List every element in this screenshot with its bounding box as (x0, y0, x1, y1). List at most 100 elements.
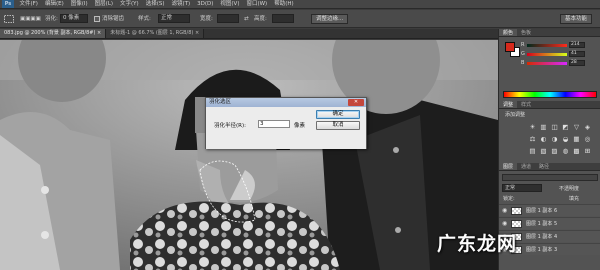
feather-input[interactable]: 0 像素 (60, 14, 88, 23)
document-tab-bar: 083.jpg @ 200% (背景 副本, RGB/8#) × 未标题-1 @… (0, 29, 498, 39)
menu-type[interactable]: 文字(Y) (117, 0, 143, 9)
levels-icon[interactable]: ▥ (538, 123, 549, 132)
tab-swatches[interactable]: 色板 (517, 29, 535, 36)
layer-name: 图层 1 副本 4 (526, 234, 558, 240)
adjustment-icon-grid: ☀ ▥ ◫ ◩ ▽ ◈ ⚖ ◐ ◑ ◒ ▦ ◎ ▤ ▧ ▨ ◍ ▩ ⊞ (527, 123, 593, 156)
fill-label: 填充 (569, 196, 580, 202)
layer-row[interactable]: ◉ 图层 1 副本 5 (499, 217, 600, 229)
curves-icon[interactable]: ◫ (549, 123, 560, 132)
menu-filter[interactable]: 滤镜(T) (168, 0, 194, 9)
hue-saturation-icon[interactable]: ◈ (582, 123, 593, 132)
tab-layers[interactable]: 图层 (499, 163, 518, 170)
checkbox-icon (94, 15, 100, 22)
feather-label: 羽化: (45, 16, 58, 22)
refine-edge-button[interactable]: 调整边缘... (311, 14, 349, 24)
red-value[interactable]: 214 (569, 42, 585, 48)
style-select[interactable]: 正常 (158, 14, 190, 23)
dialog-title: 羽化选区 (206, 98, 366, 107)
document-canvas[interactable] (0, 40, 498, 270)
width-input[interactable] (217, 14, 239, 23)
close-icon[interactable]: ✕ (348, 99, 364, 106)
tab-adjustments[interactable]: 调整 (499, 101, 518, 108)
watermark-text: 广东龙网 (437, 233, 518, 255)
gradient-map-icon[interactable]: ▨ (549, 147, 560, 156)
brightness-icon[interactable]: ☀ (527, 123, 538, 132)
exposure-icon[interactable]: ◩ (560, 123, 571, 132)
antialias-checkbox[interactable]: 消除锯齿 (94, 14, 124, 24)
adjust-panel-tabs: 调整 样式 (499, 101, 600, 109)
photo-filter-icon[interactable]: ◑ (549, 135, 560, 144)
black-white-icon[interactable]: ◐ (538, 135, 549, 144)
menu-help[interactable]: 帮助(H) (271, 0, 297, 9)
tab-color[interactable]: 颜色 (499, 29, 518, 36)
eye-icon[interactable]: ◉ (502, 207, 507, 214)
photoshop-logo: Ps (2, 0, 14, 8)
green-slider[interactable]: G 41 (521, 51, 595, 58)
height-input[interactable] (272, 14, 294, 23)
tab-document-083[interactable]: 083.jpg @ 200% (背景 副本, RGB/8#) × (0, 29, 107, 38)
blue-slider[interactable]: B 28 (521, 60, 595, 67)
blue-track (527, 62, 567, 65)
layer-thumbnail (511, 207, 522, 215)
workspace-button[interactable]: 基本功能 (560, 14, 593, 24)
menu-file[interactable]: 文件(F) (16, 0, 41, 9)
tab-document-untitled[interactable]: 未标题-1 @ 66.7% (图层 1, RGB/8) × (106, 29, 205, 38)
lock-label: 锁定: (503, 196, 515, 202)
red-slider[interactable]: R 214 (521, 42, 595, 49)
red-track (527, 44, 567, 47)
threshold-icon[interactable]: ▧ (538, 147, 549, 156)
layer-name: 图层 1 副本 3 (526, 247, 558, 253)
blue-value[interactable]: 28 (569, 60, 585, 66)
color-balance-icon[interactable]: ⚖ (527, 135, 538, 144)
selection-mode-icons[interactable]: ▣▣▣▣ (20, 14, 41, 24)
blend-mode-select[interactable]: 正常 (502, 184, 542, 192)
invert-icon[interactable]: ◎ (582, 135, 593, 144)
height-label: 高度: (254, 16, 267, 22)
menu-image[interactable]: 图像(I) (67, 0, 91, 9)
style-label: 样式: (138, 16, 151, 22)
antialias-label: 消除锯齿 (102, 16, 125, 22)
layer-filter-bar[interactable] (502, 174, 598, 181)
tab-styles[interactable]: 样式 (517, 101, 535, 108)
marquee-tool-icon[interactable] (3, 14, 15, 24)
tab-channels[interactable]: 通道 (517, 163, 535, 170)
feather-selection-dialog: 羽化选区 ✕ 羽化半径(R): 3 像素 确定 取消 (205, 97, 367, 149)
menu-view[interactable]: 视图(V) (217, 0, 243, 9)
vibrance-icon[interactable]: ▽ (571, 123, 582, 132)
grid-icon[interactable]: ⊞ (582, 147, 593, 156)
menu-edit[interactable]: 编辑(E) (41, 0, 67, 9)
selective-color-icon[interactable]: ◍ (560, 147, 571, 156)
layer-thumbnail (511, 220, 522, 228)
tab-paths[interactable]: 路径 (535, 163, 553, 170)
pixel-unit-label: 像素 (294, 123, 306, 129)
menu-window[interactable]: 窗口(W) (243, 0, 271, 9)
ok-button[interactable]: 确定 (316, 110, 360, 119)
layers-panel-tabs: 图层 通道 路径 (499, 163, 600, 171)
width-label: 宽度: (200, 16, 213, 22)
posterize-icon[interactable]: ▤ (527, 147, 538, 156)
eye-icon[interactable]: ◉ (502, 220, 507, 227)
color-panel-tabs: 颜色 色板 (499, 29, 600, 37)
foreground-color-swatch-front (505, 42, 515, 52)
feather-radius-input[interactable]: 3 (258, 120, 290, 128)
red-label: R (521, 42, 525, 48)
color-spectrum-bar[interactable] (503, 91, 597, 98)
pattern-icon[interactable]: ▩ (571, 147, 582, 156)
layer-row[interactable]: ◉ 图层 1 副本 6 (499, 204, 600, 216)
feather-radius-label: 羽化半径(R): (214, 123, 246, 129)
opacity-label: 不透明度 (559, 186, 580, 192)
color-lookup-icon[interactable]: ▦ (571, 135, 582, 144)
menu-layer[interactable]: 图层(L) (91, 0, 116, 9)
menu-select[interactable]: 选择(S) (142, 0, 168, 9)
swap-icon[interactable]: ⇄ (244, 14, 249, 24)
green-value[interactable]: 41 (569, 51, 585, 57)
options-bar: ▣▣▣▣ 羽化: 0 像素 消除锯齿 样式: 正常 宽度: ⇄ 高度: 调整边缘… (0, 10, 600, 28)
channel-mixer-icon[interactable]: ◒ (560, 135, 571, 144)
green-label: G (521, 51, 525, 57)
cancel-button[interactable]: 取消 (316, 121, 360, 130)
layer-name: 图层 1 副本 5 (526, 221, 558, 227)
blue-label: B (521, 60, 525, 66)
menu-3d[interactable]: 3D(D) (194, 0, 217, 9)
layer-name: 图层 1 副本 6 (526, 208, 558, 214)
green-track (527, 53, 567, 56)
